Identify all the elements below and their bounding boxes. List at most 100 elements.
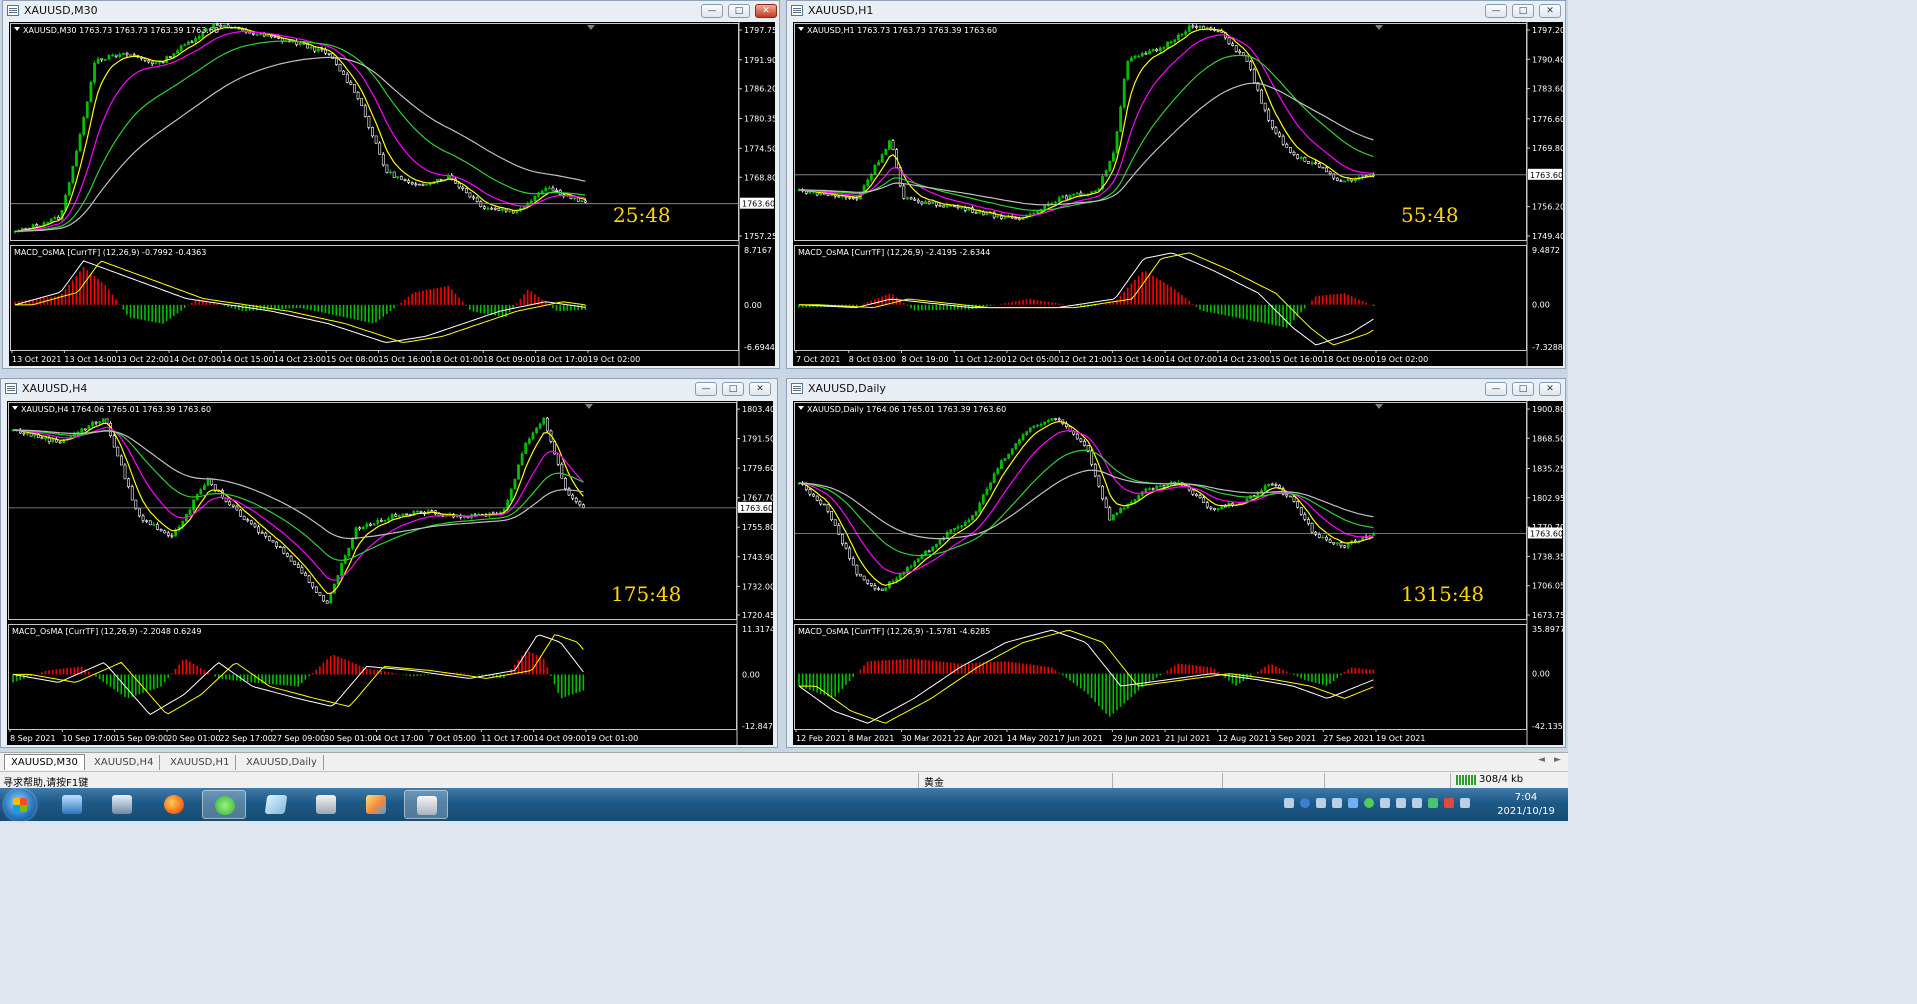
candle-body — [383, 519, 387, 522]
taskbar-notes[interactable] — [254, 790, 298, 819]
candle-body — [1079, 438, 1083, 442]
time-axis-label: 14 Oct 23:00 — [274, 355, 326, 364]
candle-body — [1083, 441, 1086, 446]
candle-body — [945, 204, 949, 208]
candle-body — [1003, 217, 1007, 219]
candle-body — [87, 425, 91, 430]
candle-body — [338, 64, 342, 72]
close-button[interactable]: ✕ — [749, 382, 771, 396]
candle-body — [1144, 488, 1148, 493]
tab-xauusd-h4[interactable]: XAUUSD,H4 — [88, 755, 161, 770]
maximize-button[interactable]: □ — [1512, 4, 1534, 18]
price-tick-label: 1756.20 — [1532, 203, 1563, 212]
app-tray-icon[interactable] — [1396, 798, 1406, 808]
candle-body — [347, 547, 351, 556]
chart-window-h4[interactable]: XAUUSD,H4 — □ ✕ 1763.60 1803.40 1791.50 177… — [0, 378, 778, 748]
price-tick-label: 1780.35 — [744, 115, 775, 124]
minimize-button[interactable]: — — [701, 4, 723, 18]
start-button-icon[interactable] — [4, 789, 36, 821]
usb-icon[interactable] — [1332, 798, 1342, 808]
window-titlebar[interactable]: XAUUSD,Daily — □ ✕ — [787, 379, 1565, 399]
candle-body — [1000, 460, 1003, 469]
candle-body — [203, 485, 206, 490]
shield-icon[interactable] — [1348, 798, 1358, 808]
candle-body — [851, 558, 855, 566]
candle-body — [812, 493, 815, 497]
window-titlebar[interactable]: XAUUSD,H1 — □ ✕ — [787, 1, 1565, 21]
wechat-tray-icon[interactable] — [1364, 798, 1374, 808]
keyboard-icon[interactable] — [1284, 798, 1294, 808]
candle-body — [179, 45, 183, 51]
maximize-button[interactable]: □ — [1512, 382, 1534, 396]
candle-body — [556, 453, 560, 465]
chart-canvas[interactable]: 1763.60 1797.20 1790.40 1783.60 1776.60 1769.… — [793, 22, 1563, 366]
candle-body — [1220, 505, 1224, 509]
chart-window-m30[interactable]: XAUUSD,M30 — □ ✕ 1763.60 1797.75 1791.90 17… — [2, 0, 780, 369]
chart-window-daily[interactable]: XAUUSD,Daily — □ ✕ 1763.60 1900.80 1868.50… — [786, 378, 1566, 748]
taskbar-wechat[interactable] — [202, 790, 246, 819]
help-icon[interactable] — [1300, 798, 1310, 808]
candle-body — [895, 578, 899, 582]
candle-body — [564, 478, 567, 490]
chart-tabs-bar: XAUUSD,M30 XAUUSD,H4 XAUUSD,H1 XAUUSD,Da… — [0, 752, 1568, 772]
settings-icon[interactable] — [1316, 798, 1326, 808]
candle-body — [257, 526, 260, 533]
macd-tick-label: -7.3288 — [1532, 343, 1563, 352]
candle-body — [989, 482, 992, 490]
candle-body — [255, 33, 259, 36]
taskbar-app[interactable] — [304, 790, 348, 819]
candle-body — [107, 55, 111, 60]
price-tick-label: 1803.40 — [742, 405, 773, 414]
chart-canvas[interactable]: 1763.60 1797.75 1791.90 1786.20 1780.35 1774.… — [9, 22, 775, 366]
taskbar-chart-app[interactable] — [354, 790, 398, 819]
minimize-button[interactable]: — — [1485, 382, 1507, 396]
network-icon[interactable] — [1380, 798, 1390, 808]
candle-body — [1054, 418, 1057, 420]
candle-body — [273, 36, 277, 39]
price-tick-label: 1767.70 — [742, 494, 773, 503]
taskbar-computer[interactable] — [100, 790, 144, 819]
tray-app-icon[interactable] — [1428, 798, 1438, 808]
taskbar-terminal[interactable] — [404, 790, 448, 819]
window-titlebar[interactable]: XAUUSD,M30 — □ ✕ — [3, 1, 779, 21]
candle-body — [1325, 167, 1328, 173]
candle-body — [1339, 180, 1343, 182]
signal-icon[interactable] — [1460, 798, 1470, 808]
taskbar-firefox[interactable] — [152, 790, 196, 819]
maximize-button[interactable]: □ — [722, 382, 744, 396]
candle-body — [1267, 109, 1271, 121]
minimize-button[interactable]: — — [1485, 4, 1507, 18]
window-titlebar[interactable]: XAUUSD,H4 — □ ✕ — [1, 379, 777, 399]
close-button[interactable]: ✕ — [755, 4, 777, 18]
tab-xauusd-h1[interactable]: XAUUSD,H1 — [164, 755, 237, 770]
taskbar-clock[interactable]: 7:04 2021/10/19 — [1490, 791, 1562, 819]
chart-canvas[interactable]: 1763.60 1803.40 1791.50 1779.60 1767.70 1755.… — [7, 401, 773, 745]
candle-body — [830, 194, 834, 197]
candle-body — [132, 54, 136, 56]
mute-icon[interactable] — [1444, 798, 1454, 808]
time-axis-label: 13 Oct 22:00 — [117, 355, 169, 364]
tab-scroll-left-icon[interactable]: ◄ — [1538, 755, 1545, 765]
candle-body — [1303, 156, 1307, 162]
chart-canvas[interactable]: 1763.60 1900.80 1868.50 1835.25 1802.95 1770.… — [793, 401, 1563, 745]
bar-countdown-timer: 1315:48 — [1401, 582, 1484, 606]
tab-xauusd-m30[interactable]: XAUUSD,M30 — [4, 754, 85, 770]
candle-body — [862, 575, 866, 581]
candle-body — [942, 205, 946, 208]
taskbar-desktop[interactable] — [50, 790, 94, 819]
time-axis-label: 19 Oct 02:00 — [1376, 355, 1428, 364]
chart-window-h1[interactable]: XAUUSD,H1 — □ ✕ 1763.60 1797.20 1790.40 178… — [786, 0, 1566, 369]
time-axis-label: 14 Oct 09:00 — [534, 734, 586, 743]
candle-body — [22, 432, 26, 435]
candle-body — [1274, 484, 1278, 486]
tab-xauusd-daily[interactable]: XAUUSD,Daily — [240, 755, 324, 770]
candle-body — [808, 489, 812, 495]
speaker-icon[interactable] — [1412, 798, 1422, 808]
close-button[interactable]: ✕ — [1539, 4, 1561, 18]
maximize-button[interactable]: □ — [728, 4, 750, 18]
tab-scroll-right-icon[interactable]: ► — [1554, 755, 1561, 765]
close-button[interactable]: ✕ — [1539, 382, 1561, 396]
app-icon — [316, 795, 336, 814]
candle-body — [1028, 427, 1032, 432]
minimize-button[interactable]: — — [695, 382, 717, 396]
